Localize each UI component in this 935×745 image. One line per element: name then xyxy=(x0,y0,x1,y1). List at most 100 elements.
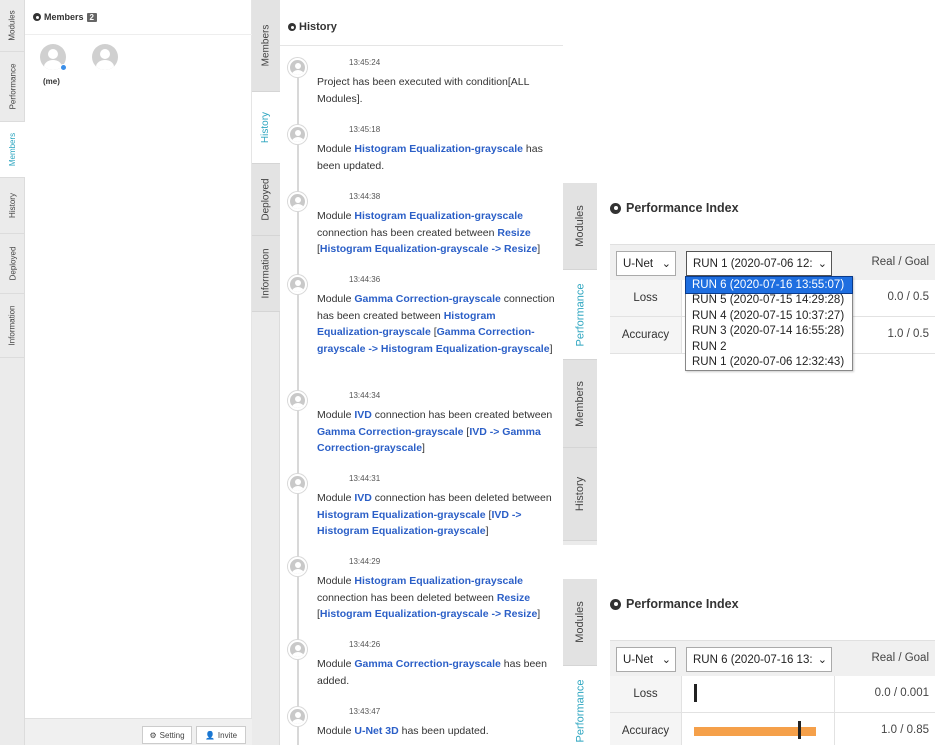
run-select-value: RUN 6 (2020-07-16 13:55:07) xyxy=(693,653,813,666)
metric-bar-cell xyxy=(682,676,835,712)
entry-text-fragment: Module xyxy=(317,725,355,737)
run-option[interactable]: RUN 6 (2020-07-16 13:55:07) xyxy=(685,276,853,294)
metric-value: 1.0 / 0.85 xyxy=(881,724,929,736)
user-avatar-icon xyxy=(288,58,307,77)
model-select[interactable]: U-Net ⌄ xyxy=(616,647,676,672)
tab-performance[interactable]: Performance xyxy=(563,666,597,745)
user-avatar-icon xyxy=(288,474,307,493)
entry-text-fragment: connection has been created between xyxy=(317,226,498,239)
circle-bullet-icon xyxy=(610,202,621,214)
run-select[interactable]: RUN 1 (2020-07-06 12:32:43) ⌄ xyxy=(686,251,832,276)
entry-text-fragment: connection has been created between xyxy=(371,409,553,421)
performance-window-2: Modules Performance Performance Index U-… xyxy=(563,579,935,745)
tab-members[interactable]: Members xyxy=(252,0,280,92)
entry-time: 13:45:18 xyxy=(349,125,381,134)
metric-label: Accuracy xyxy=(610,317,682,353)
module-link[interactable]: Resize xyxy=(497,227,530,239)
module-link[interactable]: Histogram Equalization-grayscale xyxy=(354,143,523,155)
entry-text: Module Histogram Equalization-grayscale … xyxy=(317,141,562,174)
chevron-down-icon: ⌄ xyxy=(815,653,827,666)
tab-history[interactable]: History xyxy=(252,92,280,164)
run-option[interactable]: RUN 4 (2020-07-15 10:37:27) xyxy=(686,308,852,324)
model-select[interactable]: U-Net ⌄ xyxy=(616,251,676,276)
real-goal-header: Real / Goal xyxy=(871,256,929,268)
goal-marker xyxy=(798,721,801,739)
invite-label: Invite xyxy=(217,730,238,740)
module-link[interactable]: IVD xyxy=(354,409,372,421)
entry-time: 13:44:29 xyxy=(349,557,381,566)
entry-text-fragment: ] xyxy=(422,442,425,454)
tab-members[interactable]: Members xyxy=(563,360,597,448)
entry-text-fragment: Module xyxy=(317,409,355,421)
module-link[interactable]: Gamma Correction-grayscale xyxy=(354,293,500,305)
module-link[interactable]: Histogram Equalization-grayscale xyxy=(317,509,486,521)
user-avatar-icon xyxy=(288,125,307,144)
left-tab-modules[interactable]: Modules xyxy=(0,0,25,52)
performance-row: Accuracy 1.0 / 0.85 xyxy=(610,713,935,745)
tab-modules[interactable]: Modules xyxy=(563,579,597,666)
left-tab-history[interactable]: History xyxy=(0,178,25,234)
entry-text-fragment: connection has been deleted between xyxy=(317,591,497,604)
entry-text-fragment: Module xyxy=(317,143,355,155)
performance-title-text: Performance Index xyxy=(626,597,739,611)
entry-text: Module Histogram Equalization-grayscale … xyxy=(317,208,562,258)
module-link[interactable]: Histogram Equalization-grayscale xyxy=(354,575,523,587)
entry-text: Module Gamma Correction-grayscale has be… xyxy=(317,656,562,689)
history-title: History xyxy=(299,21,337,33)
performance-row: Loss 0.0 / 0.001 xyxy=(610,676,935,713)
module-link[interactable]: Histogram Equalization-grayscale -> Resi… xyxy=(320,608,537,620)
performance-title: Performance Index xyxy=(610,597,739,611)
user-avatar-icon xyxy=(288,707,307,726)
left-tab-members[interactable]: Members xyxy=(0,122,25,178)
setting-button[interactable]: ⚙ Setting xyxy=(142,726,192,744)
performance-title-text: Performance Index xyxy=(626,201,739,215)
entry-text-fragment: ] xyxy=(485,525,489,537)
module-link[interactable]: Histogram Equalization-grayscale -> Resi… xyxy=(320,243,537,255)
run-option[interactable]: RUN 5 (2020-07-15 14:29:28) xyxy=(686,293,852,309)
online-status-dot xyxy=(60,64,67,71)
entry-text-fragment: Module xyxy=(317,293,355,305)
entry-time: 13:43:47 xyxy=(349,707,381,716)
run-option[interactable]: RUN 3 (2020-07-14 16:55:28) xyxy=(686,324,852,340)
member-avatar[interactable] xyxy=(92,44,118,70)
performance-table-header: U-Net ⌄ RUN 6 (2020-07-16 13:55:07) ⌄ Re… xyxy=(610,640,935,676)
module-link[interactable]: IVD xyxy=(354,492,372,504)
history-header: History xyxy=(288,21,337,33)
chevron-down-icon: ⌄ xyxy=(661,258,671,270)
run-option[interactable]: RUN 2 xyxy=(686,339,852,355)
entry-text-fragment: Module xyxy=(317,492,355,504)
setting-label: Setting xyxy=(159,730,185,740)
module-link[interactable]: Histogram Equalization-grayscale xyxy=(354,210,523,222)
entry-text: Module Gamma Correction-grayscale connec… xyxy=(317,291,562,357)
left-tab-deployed[interactable]: Deployed xyxy=(0,234,25,294)
entry-time: 13:44:31 xyxy=(349,474,381,483)
members-footer: ⚙ Setting 👤 Invite xyxy=(25,718,252,745)
goal-marker xyxy=(694,684,697,702)
tab-deployed[interactable]: Deployed xyxy=(252,164,280,236)
module-link[interactable]: Gamma Correction-grayscale xyxy=(354,658,500,670)
run-dropdown-list: RUN 6 (2020-07-16 13:55:07) RUN 5 (2020-… xyxy=(685,276,853,371)
entry-text-fragment: connection has been deleted between xyxy=(371,492,552,504)
user-avatar-icon xyxy=(288,192,307,211)
run-select[interactable]: RUN 6 (2020-07-16 13:55:07) ⌄ xyxy=(686,647,832,672)
left-tab-performance[interactable]: Performance xyxy=(0,52,25,122)
module-link[interactable]: U-Net 3D xyxy=(354,725,398,737)
invite-button[interactable]: 👤 Invite xyxy=(196,726,246,744)
run-option[interactable]: RUN 1 (2020-07-06 12:32:43) xyxy=(686,355,852,371)
real-goal-header: Real / Goal xyxy=(871,652,929,664)
tab-history[interactable]: History xyxy=(563,448,597,541)
members-header: Members 2 xyxy=(33,12,97,22)
tab-performance[interactable]: Performance xyxy=(563,270,597,360)
module-link[interactable]: Resize xyxy=(497,592,530,604)
chevron-down-icon: ⌄ xyxy=(815,257,827,270)
entry-text: Project has been executed with condition… xyxy=(317,74,562,107)
left-tab-information[interactable]: Information xyxy=(0,294,25,358)
module-link[interactable]: Gamma Correction-grayscale xyxy=(317,426,463,438)
tab-modules[interactable]: Modules xyxy=(563,183,597,270)
metric-label: Loss xyxy=(610,280,682,316)
entry-time: 13:45:24 xyxy=(349,58,381,67)
metric-value: 1.0 / 0.5 xyxy=(887,328,929,340)
tab-information[interactable]: Information xyxy=(252,236,280,312)
left-nav: Modules Performance Members History Depl… xyxy=(0,0,25,745)
metric-bar-cell xyxy=(682,713,835,745)
